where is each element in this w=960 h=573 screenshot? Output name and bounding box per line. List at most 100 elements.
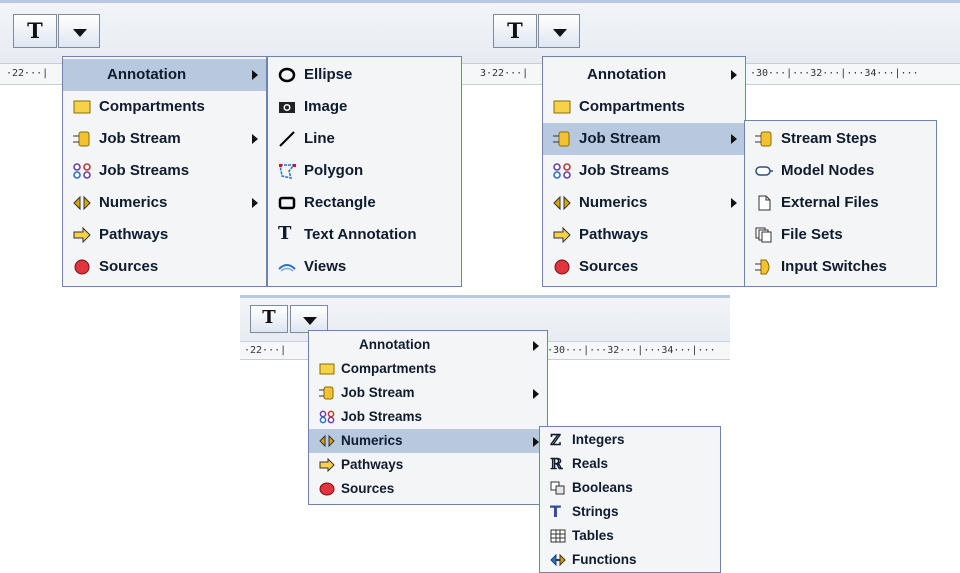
text-tool-button[interactable]: T [493,14,537,48]
menu-item-image[interactable]: Image [268,91,461,123]
menu-item-pathways[interactable]: Pathways [309,453,547,477]
reals-icon: ℝ [550,455,563,473]
menu-item-model-nodes[interactable]: Model Nodes [745,155,936,187]
menu-item-label: Job Streams [341,409,423,424]
menu-item-label: Integers [572,432,625,447]
menu-item-annotation[interactable]: Annotation [309,333,547,357]
menu-item-compartments[interactable]: Compartments [543,91,745,123]
menu-item-pathways[interactable]: Pathways [63,219,266,251]
menu-item-line[interactable]: Line [268,123,461,155]
menu-item-label: Stream Steps [781,130,877,147]
chevron-down-icon [553,29,567,37]
menu-item-job-streams[interactable]: Job Streams [543,155,745,187]
menu-item-label: Annotation [587,66,667,83]
polygon-icon [278,163,296,179]
dropdown-arrow-button[interactable] [58,14,100,48]
annotation-submenu: Ellipse Image Line Polygon Rectangle T T… [267,56,462,287]
menu-item-reals[interactable]: ℝ Reals [540,452,720,476]
menu-item-rectangle[interactable]: Rectangle [268,187,461,219]
menu-item-label: Polygon [304,162,364,179]
menu-item-external-files[interactable]: External Files [745,187,936,219]
text-tool-button[interactable]: T [13,14,57,48]
menu-item-input-switches[interactable]: Input Switches [745,251,936,283]
menu-item-label: Job Streams [579,162,670,179]
menu-item-functions[interactable]: Functions [540,548,720,572]
numerics-submenu: ℤ Integers ℝ Reals Booleans T Strings Ta… [539,426,721,573]
menu-item-tables[interactable]: Tables [540,524,720,548]
submenu-arrow-icon [731,198,737,208]
menu-item-job-stream[interactable]: Job Stream [63,123,266,155]
text-icon: T [278,223,292,244]
text-tool-glyph: T [27,18,43,43]
submenu-arrow-icon [731,70,737,80]
menu-item-numerics[interactable]: Numerics [63,187,266,219]
submenu-arrow-icon [252,198,258,208]
panel-job-stream: T 3·22···| ·30···|···32···|···34···|··· … [480,0,960,295]
menu-item-annotation[interactable]: Annotation [63,59,266,91]
menu-item-text-annotation[interactable]: T Text Annotation [268,219,461,251]
menu-item-label: Compartments [341,361,437,376]
menu-item-numerics[interactable]: Numerics [543,187,745,219]
menu-item-pathways[interactable]: Pathways [543,219,745,251]
menu-item-ellipse[interactable]: Ellipse [268,59,461,91]
stream-steps-icon [755,131,773,147]
menu-item-sources[interactable]: Sources [309,477,547,501]
menu-item-job-stream[interactable]: Job Stream [543,123,745,155]
menu-item-label: Sources [579,258,639,275]
menu-item-job-streams[interactable]: Job Streams [63,155,266,187]
menu-item-file-sets[interactable]: File Sets [745,219,936,251]
menu-item-sources[interactable]: Sources [543,251,745,283]
menu-item-label: Line [304,130,335,147]
text-tool-glyph: T [262,307,276,328]
menu-item-integers[interactable]: ℤ Integers [540,428,720,452]
menu-item-label: Pathways [341,457,404,472]
ruler-ticks: ·30···|···32···|···34···|··· [750,68,919,79]
menu-item-booleans[interactable]: Booleans [540,476,720,500]
menu-item-stream-steps[interactable]: Stream Steps [745,123,936,155]
menu-item-label: Text Annotation [304,226,417,243]
job-stream-icon [553,131,571,147]
menu-item-label: Pathways [579,226,649,243]
dropdown-arrow-button[interactable] [290,305,328,333]
job-streams-icon [73,163,91,179]
menu-item-label: Functions [572,552,637,567]
input-switches-icon [755,259,773,275]
text-tool-button[interactable]: T [250,305,288,333]
menu-item-views[interactable]: Views [268,251,461,283]
submenu-arrow-icon [533,341,539,351]
job-streams-icon [553,163,571,179]
compartment-icon [319,362,335,376]
menu-item-annotation[interactable]: Annotation [543,59,745,91]
functions-icon [550,553,566,567]
menu-item-label: Compartments [99,98,205,115]
menu-item-strings[interactable]: T Strings [540,500,720,524]
numerics-icon [553,195,571,211]
menu-item-compartments[interactable]: Compartments [63,91,266,123]
menu-item-sources[interactable]: Sources [63,251,266,283]
menu-item-label: Input Switches [781,258,887,275]
menu-item-numerics[interactable]: Numerics [309,429,547,453]
menu-item-label: Numerics [341,433,403,448]
menu-item-compartments[interactable]: Compartments [309,357,547,381]
image-icon [278,99,296,115]
rectangle-icon [278,195,296,211]
menu-item-label: Views [304,258,347,275]
chevron-down-icon [73,29,87,37]
ellipse-icon [278,67,296,83]
line-icon [278,131,296,147]
menu-item-label: File Sets [781,226,843,243]
menu-item-polygon[interactable]: Polygon [268,155,461,187]
model-nodes-icon [755,163,773,179]
menu-item-job-streams[interactable]: Job Streams [309,405,547,429]
compartment-icon [73,99,91,115]
panel-numerics: T ·22···| ·30···|···32···|···34···|··· A… [240,295,730,573]
pathways-icon [73,227,91,243]
menu-item-label: Job Stream [341,385,415,400]
menu-item-job-stream[interactable]: Job Stream [309,381,547,405]
dropdown-arrow-button[interactable] [538,14,580,48]
sources-icon [319,482,335,496]
panel-annotation: T ·22···| Annotation Compartments Job St… [0,0,480,295]
booleans-icon [550,481,566,495]
pathways-icon [553,227,571,243]
menu-item-label: Image [304,98,348,115]
